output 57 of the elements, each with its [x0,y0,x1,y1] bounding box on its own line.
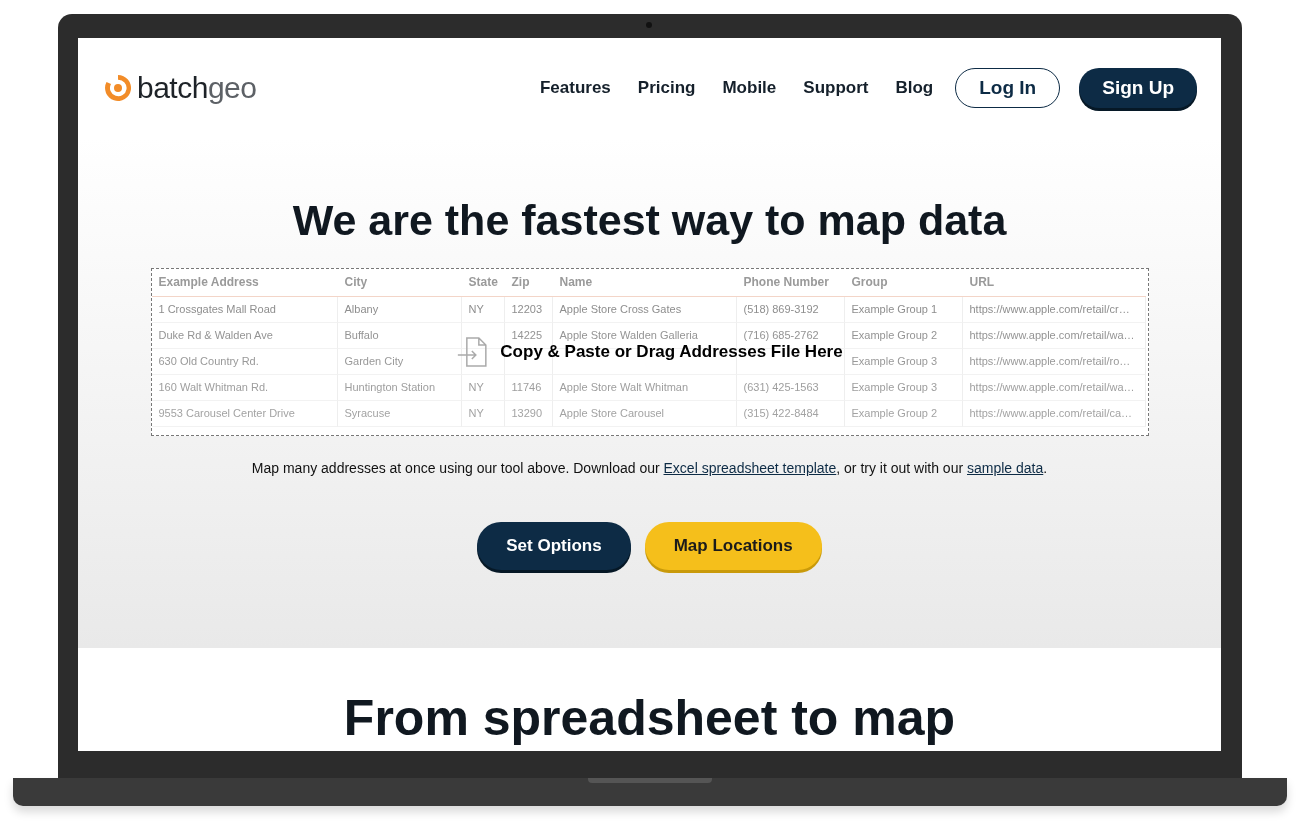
table-cell: NY [461,401,505,427]
table-cell: (631) 425-1563 [736,375,845,401]
section-heading: From spreadsheet to map [343,689,956,748]
text-link[interactable]: Excel spreadsheet template [663,460,837,476]
column-header: State [461,269,505,297]
table-cell: Apple Store Walt Whitman [552,375,737,401]
table-cell: (518) 869-3192 [736,297,845,323]
table-cell: Example Group 2 [844,401,963,427]
table-cell: https://www.apple.com/retail/ca… [962,401,1146,427]
table-cell: Apple Store Cross Gates [552,297,737,323]
table-cell: (315) 422-8484 [736,401,845,427]
table-cell: 12203 [504,297,553,323]
table-cell: NY [461,297,505,323]
table-cell: 630 Old Country Rd. [151,349,338,375]
table-cell: Example Group 1 [844,297,963,323]
table-cell: 13290 [504,401,553,427]
logo-wordmark: batchgeo [137,71,257,105]
column-header: Group [844,269,963,297]
logo-icon [103,73,133,103]
nav-link[interactable]: Pricing [637,78,696,98]
column-header: Example Address [151,269,338,297]
table-cell: 11746 [504,375,553,401]
map-locations-button[interactable]: Map Locations [644,522,822,570]
table-cell: Syracuse [337,401,462,427]
table-cell: Garden City [337,349,462,375]
address-input-area[interactable] [150,268,1149,436]
table-cell: 1 Crossgates Mall Road [151,297,338,323]
table-cell: 160 Walt Whitman Rd. [151,375,338,401]
login-button[interactable]: Log In [955,68,1061,108]
table-cell: 9553 Carousel Center Drive [151,401,338,427]
table-cell: https://www.apple.com/retail/cr… [962,297,1146,323]
column-header: Name [552,269,737,297]
table-cell: Duke Rd & Walden Ave [151,323,338,349]
signup-button[interactable]: Sign Up [1079,68,1197,108]
table-cell: https://www.apple.com/retail/wa… [962,375,1146,401]
table-cell: Example Group 2 [844,323,963,349]
column-header: Phone Number [736,269,845,297]
camera-icon [646,22,652,28]
nav-link[interactable]: Mobile [722,78,777,98]
column-header: Zip [504,269,553,297]
table-cell: Example Group 3 [844,349,963,375]
hero-heading: We are the fastest way to map data [292,195,1007,246]
table-cell: Huntington Station [337,375,462,401]
nav-link[interactable]: Features [539,78,611,98]
set-options-button[interactable]: Set Options [477,522,631,570]
table-cell: https://www.apple.com/retail/wa… [962,323,1146,349]
nav-link[interactable]: Blog [895,78,934,98]
table-cell: Example Group 3 [844,375,963,401]
table-cell: Albany [337,297,462,323]
instructions-text: Map many addresses at once using our tool above. Download our Excel spreadsheet template, or try it out with our sample data. [251,460,1048,476]
nav-link[interactable]: Support [803,78,869,98]
column-header: URL [962,269,1146,297]
table-cell: Buffalo [337,323,462,349]
table-cell: https://www.apple.com/retail/ro… [962,349,1146,375]
table-cell: NY [461,375,505,401]
column-header: City [337,269,462,297]
table-cell: Apple Store Carousel [552,401,737,427]
